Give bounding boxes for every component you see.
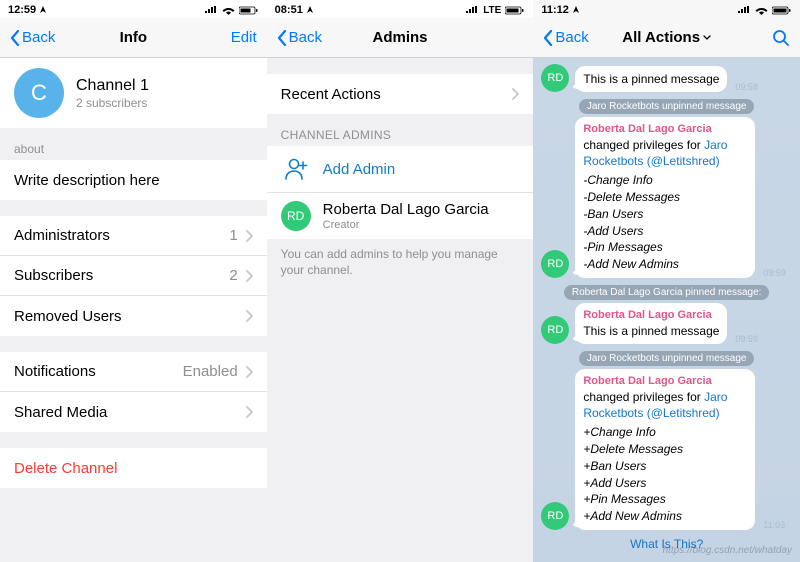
admin-role: Creator xyxy=(323,219,520,231)
shared-media-row[interactable]: Shared Media xyxy=(0,392,267,432)
status-icons xyxy=(204,6,259,15)
channel-avatar[interactable]: C xyxy=(14,68,64,118)
chevron-left-icon xyxy=(10,30,20,46)
recent-actions-row[interactable]: Recent Actions xyxy=(267,74,534,114)
subscribers-count: 2 subscribers xyxy=(76,96,149,110)
location-icon xyxy=(39,6,47,14)
row-label: Notifications xyxy=(14,363,183,380)
message-text: This is a pinned message xyxy=(583,324,719,338)
status-bar: 08:51 LTE xyxy=(267,0,534,18)
back-label: Back xyxy=(22,29,55,46)
status-icons: LTE xyxy=(465,5,525,16)
chevron-left-icon xyxy=(543,30,553,46)
description-text: Write description here xyxy=(14,172,253,189)
avatar: RD xyxy=(541,64,569,92)
chat-area[interactable]: RD This is a pinned message 09:58 Jaro Roc… xyxy=(533,58,800,562)
row-value: 2 xyxy=(229,267,237,284)
chevron-right-icon xyxy=(246,366,253,378)
search-button[interactable] xyxy=(740,29,790,47)
channel-admins-header: CHANNEL ADMINS xyxy=(267,114,534,146)
page-title: Info xyxy=(120,29,148,46)
back-label: Back xyxy=(555,29,588,46)
add-admin-row[interactable]: Add Admin xyxy=(267,146,534,193)
status-bar: 11:12 xyxy=(533,0,800,18)
location-icon xyxy=(306,6,314,14)
chevron-right-icon xyxy=(246,310,253,322)
description-row[interactable]: Write description here xyxy=(0,160,267,200)
back-button[interactable]: Back xyxy=(543,29,593,46)
privileges-removed: -Change Info-Delete Messages-Ban Users-A… xyxy=(583,172,747,273)
message-bubble[interactable]: Roberta Dal Lago GarciaThis is a pinned … xyxy=(575,303,727,344)
chevron-down-icon xyxy=(703,35,711,40)
privileges-added: +Change Info+Delete Messages+Ban Users+A… xyxy=(583,424,747,525)
back-label: Back xyxy=(289,29,322,46)
timestamp: 11:03 xyxy=(763,520,785,530)
filter-dropdown[interactable]: All Actions xyxy=(622,29,711,46)
avatar: RD xyxy=(541,316,569,344)
message-text: This is a pinned message xyxy=(583,72,719,86)
status-icons xyxy=(737,6,792,15)
admin-name: Roberta Dal Lago Garcia xyxy=(323,201,520,218)
timestamp: 09:59 xyxy=(763,268,786,278)
admin-row[interactable]: RD Roberta Dal Lago GarciaCreator xyxy=(267,193,534,239)
message-bubble[interactable]: This is a pinned message xyxy=(575,66,727,92)
message-bubble[interactable]: Roberta Dal Lago Garcia changed privileg… xyxy=(575,117,755,278)
row-label: Administrators xyxy=(14,227,229,244)
admins-note: You can add admins to help you manage yo… xyxy=(267,239,534,286)
watermark: https://blog.csdn.net/whatday xyxy=(662,545,792,556)
lte-label: LTE xyxy=(483,5,501,16)
notifications-row[interactable]: NotificationsEnabled xyxy=(0,352,267,392)
location-icon xyxy=(572,6,580,14)
action-pill: Jaro Rocketbots unpinned message xyxy=(579,351,755,366)
row-label: Removed Users xyxy=(14,308,246,325)
row-value: 1 xyxy=(229,227,237,244)
timestamp: 09:58 xyxy=(735,82,758,92)
back-button[interactable]: Back xyxy=(10,29,60,46)
avatar: RD xyxy=(541,250,569,278)
action-pill: Jaro Rocketbots unpinned message xyxy=(579,99,755,114)
sender-name: Roberta Dal Lago Garcia xyxy=(583,374,747,389)
filter-label: All Actions xyxy=(622,29,700,46)
sender-name: Roberta Dal Lago Garcia xyxy=(583,308,719,323)
removed-users-row[interactable]: Removed Users xyxy=(0,296,267,336)
chevron-right-icon xyxy=(512,88,519,100)
add-admin-label: Add Admin xyxy=(323,161,520,178)
sender-name: Roberta Dal Lago Garcia xyxy=(583,122,747,137)
avatar: RD xyxy=(541,502,569,530)
edit-button[interactable]: Edit xyxy=(207,29,257,46)
time: 12:59 xyxy=(8,4,36,16)
chevron-right-icon xyxy=(246,270,253,282)
delete-channel-button[interactable]: Delete Channel xyxy=(0,448,267,488)
action-pill: Roberta Dal Lago Garcia pinned message: xyxy=(564,285,770,300)
timestamp: 09:59 xyxy=(735,334,758,344)
channel-header: C Channel 1 2 subscribers xyxy=(0,58,267,128)
nav-bar: Back All Actions xyxy=(533,18,800,58)
chevron-right-icon xyxy=(246,230,253,242)
nav-bar: Back Admins xyxy=(267,18,534,58)
row-label: Recent Actions xyxy=(281,86,513,103)
row-label: Shared Media xyxy=(14,404,246,421)
subscribers-row[interactable]: Subscribers2 xyxy=(0,256,267,296)
message-bubble[interactable]: Roberta Dal Lago Garcia changed privileg… xyxy=(575,369,755,530)
back-button[interactable]: Back xyxy=(277,29,327,46)
nav-bar: Back Info Edit xyxy=(0,18,267,58)
time: 11:12 xyxy=(541,4,569,16)
search-icon xyxy=(772,29,790,47)
row-value: Enabled xyxy=(183,363,238,380)
administrators-row[interactable]: Administrators1 xyxy=(0,216,267,256)
time: 08:51 xyxy=(275,4,303,16)
channel-name: Channel 1 xyxy=(76,77,149,95)
chevron-right-icon xyxy=(246,406,253,418)
chevron-left-icon xyxy=(277,30,287,46)
status-bar: 12:59 xyxy=(0,0,267,18)
page-title: Admins xyxy=(373,29,428,46)
about-header: about xyxy=(0,128,267,160)
avatar: RD xyxy=(281,201,311,231)
add-admin-icon xyxy=(283,156,309,182)
row-label: Subscribers xyxy=(14,267,229,284)
